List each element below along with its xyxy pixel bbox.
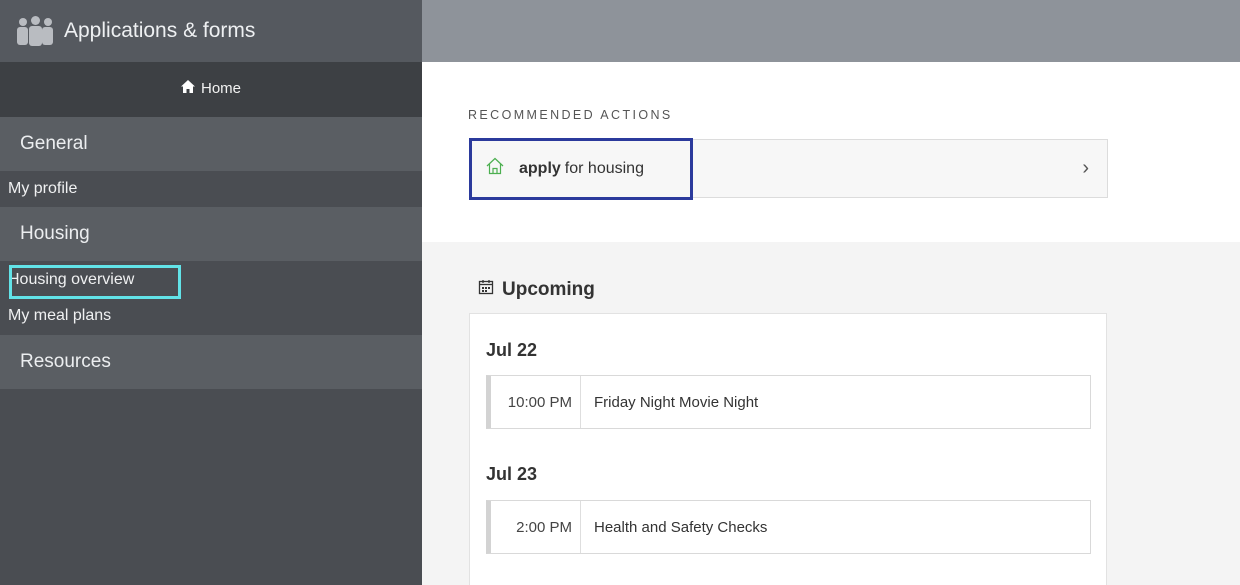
top-bar	[422, 0, 1240, 62]
upcoming-events-card: Jul 22 10:00 PM Friday Night Movie Night…	[469, 313, 1107, 585]
highlight-box-housing-overview	[9, 265, 181, 299]
section-label: General	[20, 133, 88, 154]
sidebar-item-label: My profile	[8, 180, 78, 197]
upcoming-heading: Upcoming	[478, 279, 595, 301]
apply-for-housing-action[interactable]: apply for housing ›	[469, 138, 1108, 200]
date-header: Jul 23	[486, 464, 538, 484]
section-label: Housing	[20, 223, 90, 244]
sidebar-section-resources[interactable]: Resources	[0, 335, 422, 389]
chevron-right-icon: ›	[1082, 157, 1089, 179]
event-name: Friday Night Movie Night	[594, 393, 759, 411]
action-verb: apply	[519, 159, 561, 177]
app-title: Applications & forms	[64, 19, 256, 42]
sidebar-item-label: My meal plans	[8, 307, 112, 324]
event-time: 2:00 PM	[491, 501, 581, 553]
date-header: Jul 22	[486, 340, 538, 360]
home-label: Home	[200, 80, 241, 97]
recommended-actions-panel: RECOMMENDED ACTIONS apply for housing ›	[422, 62, 1240, 242]
sidebar-item-my-meal-plans[interactable]: My meal plans	[0, 297, 422, 335]
event-name: Health and Safety Checks	[594, 518, 768, 536]
upcoming-title: Upcoming	[502, 279, 595, 300]
event-row[interactable]: 2:00 PM Health and Safety Checks	[486, 500, 1091, 554]
section-label: Resources	[20, 351, 111, 372]
action-text: for housing	[564, 159, 644, 177]
calendar-icon	[478, 279, 502, 301]
sidebar-home-link[interactable]: Home	[0, 62, 422, 117]
event-row[interactable]: 10:00 PM Friday Night Movie Night	[486, 375, 1091, 429]
sidebar-section-housing[interactable]: Housing	[0, 207, 422, 261]
sidebar-section-general[interactable]: General	[0, 117, 422, 171]
house-outline-icon	[485, 156, 519, 181]
sidebar-item-my-profile[interactable]: My profile	[0, 171, 422, 207]
sidebar-header: Applications & forms	[0, 0, 422, 62]
recommended-actions-heading: RECOMMENDED ACTIONS	[468, 108, 673, 122]
home-icon	[180, 80, 195, 97]
event-time: 10:00 PM	[491, 376, 581, 428]
users-icon	[16, 16, 54, 46]
